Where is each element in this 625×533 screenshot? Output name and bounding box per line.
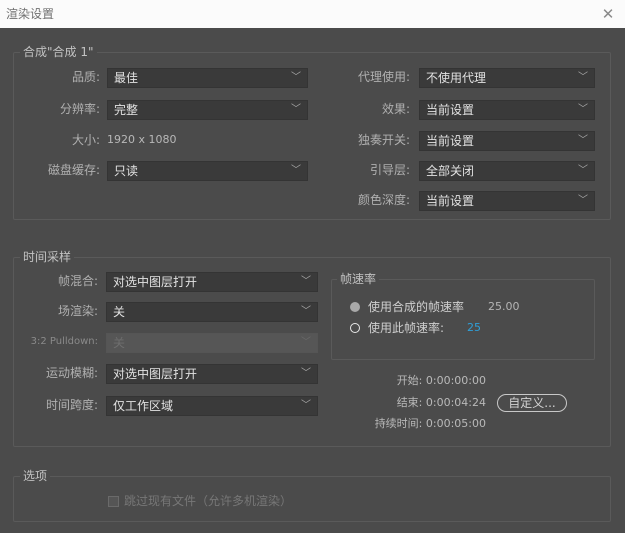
- frame-blend-label: 帧混合:: [57, 274, 98, 288]
- time-span-label: 时间跨度:: [45, 398, 98, 412]
- quality-label: 品质:: [71, 70, 100, 84]
- frame-blend-value: 对选中图层打开: [113, 275, 198, 289]
- color-depth-label: 颜色深度:: [357, 193, 410, 207]
- end-time: 结束: 0:00:04:24: [396, 396, 486, 409]
- comp-frame-rate-value: 25.00: [488, 300, 520, 313]
- proxy-value: 不使用代理: [426, 71, 487, 85]
- composition-group-title: 合成"合成 1": [20, 45, 97, 59]
- motion-blur-dropdown[interactable]: 对选中图层打开 ﹀: [106, 364, 318, 384]
- quality-dropdown[interactable]: 最佳 ﹀: [107, 68, 308, 88]
- chevron-down-icon: ﹀: [301, 400, 311, 411]
- frame-blend-dropdown[interactable]: 对选中图层打开 ﹀: [106, 272, 318, 292]
- time-span-dropdown[interactable]: 仅工作区域 ﹀: [106, 396, 318, 416]
- effects-label: 效果:: [381, 102, 410, 116]
- proxy-label: 代理使用:: [357, 70, 410, 84]
- options-group-title: 选项: [20, 469, 51, 483]
- proxy-dropdown[interactable]: 不使用代理 ﹀: [419, 68, 595, 88]
- solo-dropdown[interactable]: 当前设置 ﹀: [419, 131, 595, 151]
- skip-existing-label[interactable]: 跳过现有文件（允许多机渲染）: [124, 493, 292, 509]
- field-render-value: 关: [113, 305, 126, 319]
- time-span-value: 仅工作区域: [113, 399, 174, 413]
- chevron-down-icon: ﹀: [301, 306, 311, 317]
- pulldown-dropdown: 关 ﹀: [106, 333, 318, 353]
- start-time: 开始: 0:00:00:00: [396, 374, 486, 387]
- chevron-down-icon: ﹀: [291, 72, 301, 83]
- options-group: [13, 476, 611, 522]
- frame-rate-group-title: 帧速率: [337, 272, 380, 286]
- disk-cache-dropdown[interactable]: 只读 ﹀: [107, 161, 308, 181]
- window-title: 渲染设置: [6, 7, 55, 21]
- motion-blur-value: 对选中图层打开: [113, 367, 198, 381]
- chevron-down-icon: ﹀: [578, 165, 588, 176]
- chevron-down-icon: ﹀: [578, 104, 588, 115]
- close-icon[interactable]: ✕: [599, 0, 617, 28]
- custom-button[interactable]: 自定义...: [497, 394, 567, 412]
- use-this-frame-rate-radio[interactable]: [350, 323, 360, 333]
- chevron-down-icon: ﹀: [578, 195, 588, 206]
- time-sampling-group-title: 时间采样: [20, 250, 75, 264]
- effects-dropdown[interactable]: 当前设置 ﹀: [419, 100, 595, 120]
- disk-cache-label: 磁盘缓存:: [47, 163, 100, 177]
- use-this-frame-rate-label[interactable]: 使用此帧速率:: [368, 320, 444, 336]
- resolution-dropdown[interactable]: 完整 ﹀: [107, 100, 308, 120]
- skip-existing-checkbox[interactable]: [108, 496, 119, 507]
- size-value: 1920 x 1080: [107, 133, 177, 146]
- disk-cache-value: 只读: [114, 164, 139, 178]
- resolution-label: 分辨率:: [59, 102, 100, 116]
- chevron-down-icon: ﹀: [578, 135, 588, 146]
- field-render-dropdown[interactable]: 关 ﹀: [106, 302, 318, 322]
- use-comp-frame-rate-label[interactable]: 使用合成的帧速率: [368, 299, 464, 315]
- guide-layers-dropdown[interactable]: 全部关闭 ﹀: [419, 161, 595, 181]
- pulldown-label: 3:2 Pulldown:: [30, 336, 98, 347]
- chevron-down-icon: ﹀: [291, 165, 301, 176]
- window-titlebar: 渲染设置 ✕: [0, 0, 625, 28]
- guide-layers-value: 全部关闭: [426, 164, 475, 178]
- duration-time: 持续时间: 0:00:05:00: [374, 417, 486, 430]
- pulldown-value: 关: [113, 336, 126, 350]
- this-frame-rate-value[interactable]: 25: [467, 320, 481, 336]
- solo-label: 独奏开关:: [357, 133, 410, 147]
- solo-value: 当前设置: [426, 134, 475, 148]
- effects-value: 当前设置: [426, 103, 475, 117]
- resolution-value: 完整: [114, 103, 139, 117]
- chevron-down-icon: ﹀: [301, 337, 311, 348]
- color-depth-value: 当前设置: [426, 194, 475, 208]
- size-label: 大小:: [71, 133, 100, 147]
- color-depth-dropdown[interactable]: 当前设置 ﹀: [419, 191, 595, 211]
- chevron-down-icon: ﹀: [301, 276, 311, 287]
- chevron-down-icon: ﹀: [301, 368, 311, 379]
- field-render-label: 场渲染:: [57, 304, 98, 318]
- quality-value: 最佳: [114, 71, 139, 85]
- chevron-down-icon: ﹀: [291, 104, 301, 115]
- guide-layers-label: 引导层:: [369, 163, 410, 177]
- motion-blur-label: 运动模糊:: [45, 366, 98, 380]
- chevron-down-icon: ﹀: [578, 72, 588, 83]
- use-comp-frame-rate-radio[interactable]: [350, 302, 360, 312]
